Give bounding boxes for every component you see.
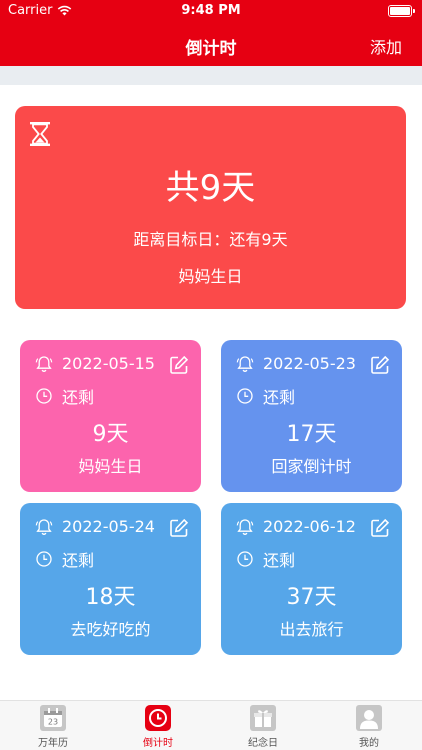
clock-icon (237, 551, 253, 567)
target-day-text: 距离目标日：还有9天 (133, 230, 288, 249)
event-name: 回家倒计时 (271, 457, 352, 476)
edit-icon[interactable] (169, 518, 189, 538)
countdown-card[interactable]: 2022-06-12 还剩 37天 出去旅行 (221, 503, 402, 655)
card-date: 2022-05-15 (62, 354, 155, 373)
clock-icon (237, 388, 253, 404)
calendar-day-number: 23 (48, 718, 58, 727)
remaining-label: 还剩 (62, 388, 95, 407)
card-date: 2022-05-23 (263, 354, 356, 373)
remaining-label: 还剩 (263, 551, 296, 570)
tab-label: 纪念日 (248, 738, 278, 749)
card-date: 2022-06-12 (263, 517, 356, 536)
tab-bar: 23 万年历 倒计时 纪念日 我的 (0, 700, 422, 750)
days-remaining: 17天 (286, 422, 337, 447)
event-name: 妈妈生日 (178, 267, 243, 286)
event-name: 妈妈生日 (78, 457, 143, 476)
battery-icon (388, 5, 415, 17)
card-date: 2022-05-24 (62, 517, 155, 536)
tab-countdown[interactable]: 倒计时 (123, 705, 193, 749)
top-bar: Carrier 9:48 PM 倒计时 添加 (0, 0, 422, 66)
event-name: 去吃好吃的 (70, 620, 151, 639)
countdown-card[interactable]: 2022-05-24 还剩 18天 去吃好吃的 (20, 503, 201, 655)
bell-icon (35, 518, 53, 535)
page-title: 倒计时 (185, 39, 237, 59)
header-divider-strip (0, 66, 422, 85)
countdown-card[interactable]: 2022-05-15 还剩 9天 妈妈生日 (20, 340, 201, 492)
bell-icon (35, 355, 53, 372)
countdown-screen: Carrier 9:48 PM 倒计时 添加 共9天 距离目标日：还有9天 妈妈… (0, 0, 422, 750)
tab-calendar[interactable]: 23 万年历 (18, 705, 88, 749)
clock-icon (36, 551, 52, 567)
status-time: 9:48 PM (181, 3, 241, 18)
days-remaining: 18天 (85, 585, 136, 610)
status-bar: Carrier 9:48 PM (0, 0, 422, 22)
total-days: 共9天 (165, 168, 256, 208)
tab-profile[interactable]: 我的 (334, 705, 404, 749)
nav-bar: 倒计时 添加 (0, 22, 422, 66)
tab-label: 万年历 (38, 738, 68, 749)
edit-icon[interactable] (370, 518, 390, 538)
remaining-label: 还剩 (62, 551, 95, 570)
add-button[interactable]: 添加 (370, 34, 402, 58)
gift-icon (250, 705, 276, 731)
calendar-icon: 23 (40, 705, 66, 731)
remaining-label: 还剩 (263, 388, 296, 407)
tab-label: 我的 (359, 738, 379, 749)
event-name: 出去旅行 (279, 620, 344, 639)
edit-icon[interactable] (370, 355, 390, 375)
hourglass-icon (30, 122, 50, 146)
clock-icon (145, 705, 171, 731)
days-remaining: 9天 (92, 422, 129, 447)
edit-icon[interactable] (169, 355, 189, 375)
bell-icon (236, 355, 254, 372)
featured-countdown-card[interactable]: 共9天 距离目标日：还有9天 妈妈生日 (15, 106, 406, 309)
person-icon (356, 705, 382, 731)
days-remaining: 37天 (286, 585, 337, 610)
tab-anniversary[interactable]: 纪念日 (228, 705, 298, 749)
countdown-card[interactable]: 2022-05-23 还剩 17天 回家倒计时 (221, 340, 402, 492)
bell-icon (236, 518, 254, 535)
tab-label: 倒计时 (143, 738, 173, 749)
clock-icon (36, 388, 52, 404)
